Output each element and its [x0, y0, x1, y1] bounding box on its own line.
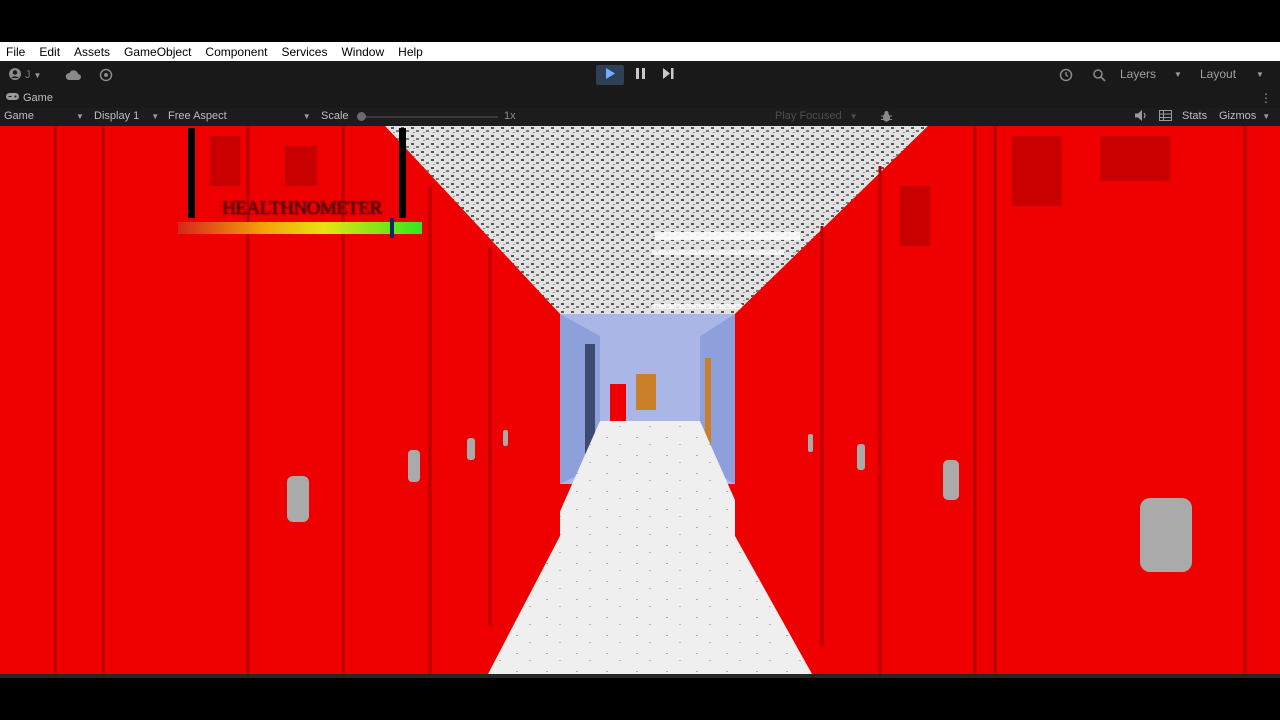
menu-edit[interactable]: Edit	[32, 45, 67, 59]
playback-controls	[596, 65, 682, 85]
game-view-toolbar: Game ▼ Display 1 ▼ Free Aspect ▼ Scale 1…	[0, 108, 1280, 126]
layers-dropdown[interactable]: Layers ▼	[1120, 67, 1192, 81]
chevron-down-icon: ▼	[75, 111, 84, 121]
speaker-icon[interactable]	[1135, 110, 1148, 121]
search-icon[interactable]	[1090, 67, 1108, 83]
history-icon[interactable]	[1057, 67, 1075, 83]
health-bar	[178, 218, 422, 238]
account-dropdown[interactable]: J ▼	[8, 67, 52, 83]
view-select-label: Game	[4, 110, 34, 122]
aspect-select[interactable]: Free Aspect ▼	[168, 110, 312, 122]
grid-icon[interactable]	[1159, 110, 1172, 121]
pause-button[interactable]	[626, 65, 654, 85]
play-focused-label: Play Focused	[775, 110, 842, 122]
play-button[interactable]	[596, 65, 624, 85]
gizmos-label: Gizmos	[1219, 110, 1257, 122]
ceiling-light	[652, 304, 742, 309]
layout-dropdown[interactable]: Layout ▼	[1200, 67, 1272, 81]
bug-icon[interactable]	[880, 110, 893, 123]
view-select[interactable]: Game ▼	[4, 110, 84, 122]
letterbox-top	[0, 0, 1280, 42]
chevron-down-icon: ▼	[849, 111, 858, 121]
play-focused-select[interactable]: Play Focused ▼	[775, 110, 858, 122]
menu-help[interactable]: Help	[391, 45, 430, 59]
gamepad-icon	[6, 92, 19, 104]
layers-label: Layers	[1120, 67, 1157, 81]
pause-icon	[635, 68, 645, 82]
play-icon	[605, 68, 615, 82]
scale-slider-track[interactable]	[358, 116, 498, 118]
step-icon	[662, 68, 674, 82]
tab-label: Game	[23, 92, 53, 104]
game-tab-bar: Game ⋮	[0, 89, 1280, 108]
menu-bar: File Edit Assets GameObject Component Se…	[0, 42, 1280, 61]
chevron-down-icon: ▼	[302, 111, 311, 121]
menu-services[interactable]: Services	[274, 45, 334, 59]
ceiling-light	[655, 232, 800, 240]
main-toolbar: J ▼ Layers ▼ Layout ▼	[0, 61, 1280, 89]
cloud-icon[interactable]	[64, 67, 82, 83]
health-bar-marker	[390, 218, 394, 238]
account-icon	[8, 67, 22, 84]
far-figure	[636, 374, 656, 410]
menu-window[interactable]: Window	[334, 45, 391, 59]
step-button[interactable]	[654, 65, 682, 85]
chevron-down-icon: ▼	[1262, 111, 1271, 121]
menu-component[interactable]: Component	[198, 45, 274, 59]
display-select-label: Display 1	[94, 110, 140, 122]
layout-label: Layout	[1200, 67, 1237, 81]
stats-button[interactable]: Stats	[1182, 110, 1207, 122]
gizmos-dropdown[interactable]: Gizmos ▼	[1219, 110, 1277, 122]
health-meter-title: HEALTHNOMETER	[222, 198, 382, 219]
letterbox-bottom	[0, 678, 1280, 720]
scale-slider-handle[interactable]	[357, 112, 366, 121]
scale-value: 1x	[504, 110, 516, 122]
game-viewport[interactable]: HEALTHNOMETER	[0, 126, 1280, 674]
menu-gameobject[interactable]: GameObject	[117, 45, 198, 59]
chevron-down-icon: ▼	[151, 111, 160, 121]
health-meter: HEALTHNOMETER	[178, 128, 422, 240]
health-bar-track	[178, 222, 422, 234]
scale-label: Scale	[321, 110, 349, 122]
tab-game[interactable]: Game	[6, 92, 53, 104]
chevron-down-icon: ▼	[1174, 69, 1182, 79]
menu-file[interactable]: File	[0, 45, 32, 59]
settings-icon[interactable]	[97, 67, 115, 83]
display-select[interactable]: Display 1 ▼	[94, 110, 162, 122]
ceiling-light	[652, 250, 784, 255]
more-options-icon[interactable]: ⋮	[1260, 91, 1272, 105]
aspect-select-label: Free Aspect	[168, 110, 227, 122]
chevron-down-icon: ▼	[1256, 69, 1264, 79]
menu-assets[interactable]: Assets	[67, 45, 117, 59]
